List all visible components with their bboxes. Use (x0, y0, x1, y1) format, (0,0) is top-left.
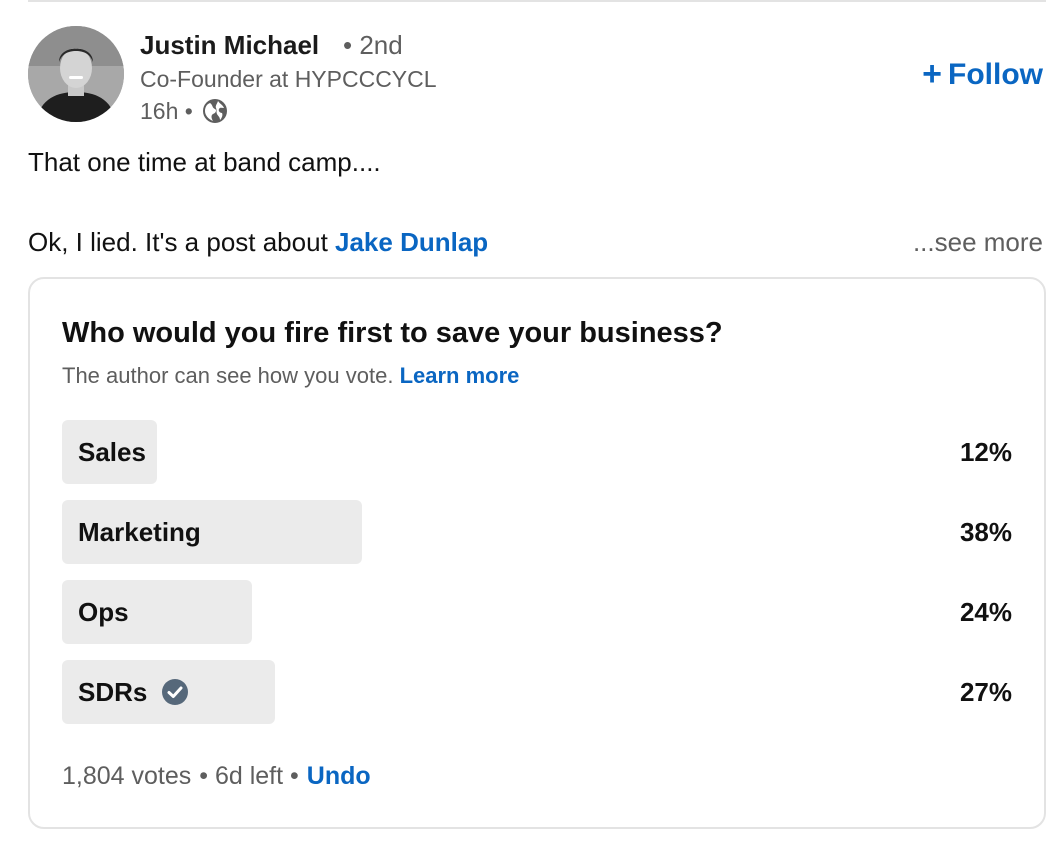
poll-option-sales[interactable]: Sales 12% (62, 420, 1012, 484)
poll-option-label: SDRs (78, 660, 189, 724)
poll-option-label: Sales (78, 420, 146, 484)
post-text-prefix: Ok, I lied. It's a post about (28, 227, 336, 257)
post-text-line2: Ok, I lied. It's a post about Jake Dunla… (28, 227, 488, 258)
poll-option-percent: 27% (959, 676, 1012, 707)
follow-button[interactable]: + Follow (922, 54, 1043, 93)
poll-option-ops[interactable]: Ops 24% (62, 580, 1012, 644)
author-name[interactable]: Justin Michael (140, 30, 319, 61)
post-meta: 16h • (140, 97, 229, 125)
globe-icon (201, 97, 229, 125)
post-time: 16h • (140, 97, 193, 124)
poll-note-text: The author can see how you vote. (62, 363, 394, 388)
connection-degree: • 2nd (343, 30, 403, 60)
undo-button[interactable]: Undo (307, 762, 371, 791)
poll-option-sdrs[interactable]: SDRs 27% (62, 660, 1012, 724)
poll-option-label: Ops (78, 580, 129, 644)
poll-option-marketing[interactable]: Marketing 38% (62, 500, 1012, 564)
poll-option-text: Ops (78, 596, 129, 627)
follow-label: Follow (948, 58, 1043, 91)
mention-link[interactable]: Jake Dunlap (335, 227, 488, 257)
poll-option-text: SDRs (78, 676, 148, 707)
poll-option-text: Sales (78, 436, 146, 467)
poll-card: Who would you fire first to save your bu… (28, 277, 1046, 829)
avatar[interactable] (28, 26, 124, 122)
top-divider (28, 0, 1046, 2)
poll-footer: 1,804 votes • 6d left • Undo (62, 762, 371, 791)
avatar-photo (28, 26, 124, 122)
poll-option-label: Marketing (78, 500, 201, 564)
learn-more-link[interactable]: Learn more (400, 363, 520, 388)
vote-count: 1,804 votes (62, 762, 192, 790)
see-more-link[interactable]: ...see more (913, 227, 1043, 258)
poll-question: Who would you fire first to save your bu… (62, 317, 723, 349)
poll-option-percent: 38% (959, 516, 1012, 547)
post-text-line1: That one time at band camp.... (28, 147, 381, 177)
poll-option-percent: 24% (959, 596, 1012, 627)
poll-option-text: Marketing (78, 516, 201, 547)
checkmark-icon (161, 678, 189, 706)
poll-option-percent: 12% (959, 436, 1012, 467)
time-left: • 6d left • (199, 762, 299, 790)
plus-icon: + (922, 54, 943, 93)
author-headline: Co-Founder at HYPCCCYCL (140, 66, 437, 92)
poll-note: The author can see how you vote. Learn m… (62, 363, 519, 389)
